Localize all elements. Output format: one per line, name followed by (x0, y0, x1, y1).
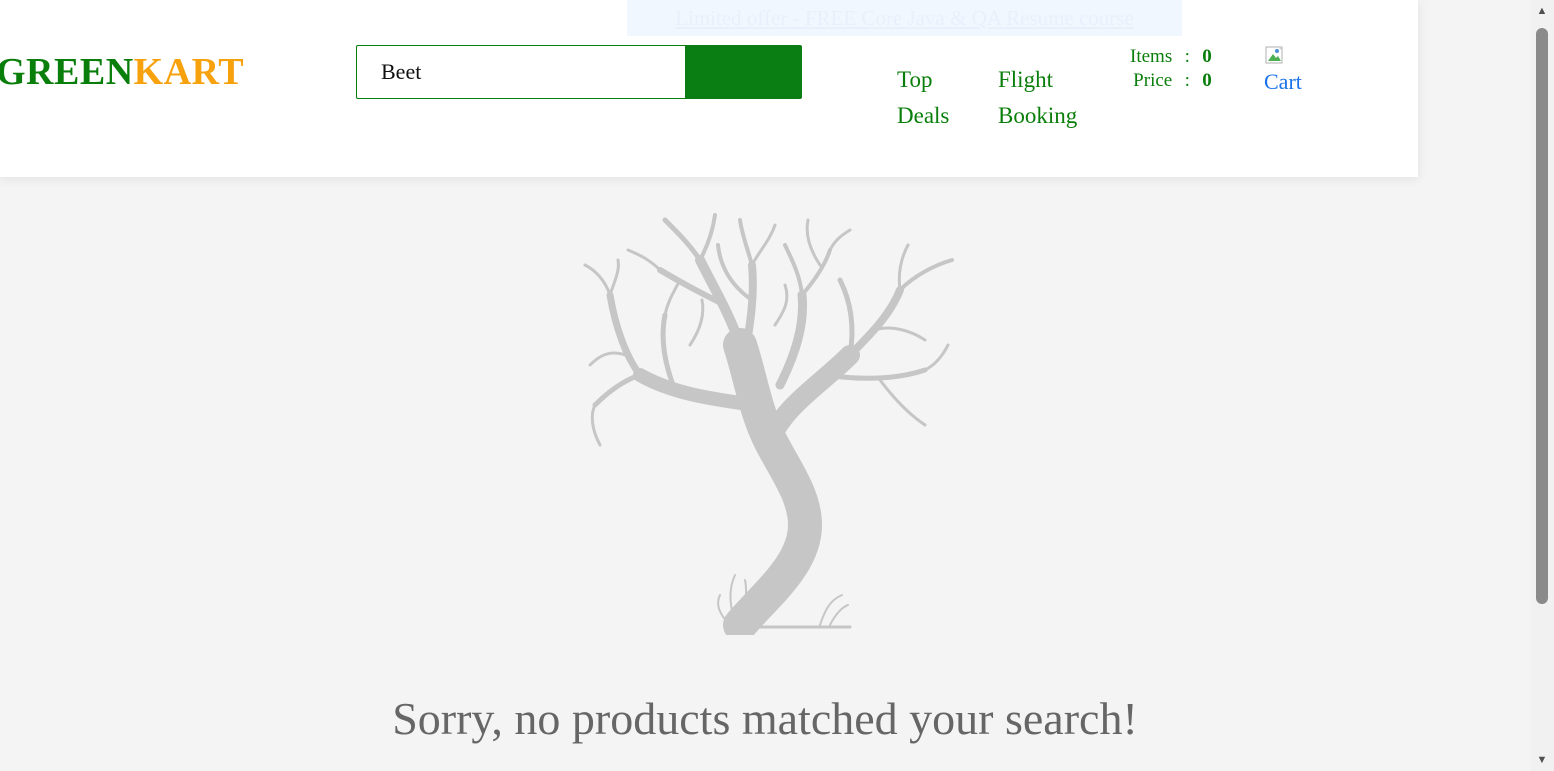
search-input[interactable] (356, 45, 686, 99)
cart-icon (1264, 45, 1288, 69)
promo-banner-link[interactable]: Limited offer - FREE Core Java & QA Resu… (627, 0, 1182, 36)
scroll-down-arrow-icon[interactable]: ▼ (1530, 751, 1554, 769)
price-value: 0 (1202, 70, 1212, 91)
vertical-scrollbar[interactable]: ▲ ▼ (1530, 0, 1554, 771)
items-value: 0 (1202, 46, 1212, 67)
cart-summary: Items : 0 Price : 0 (1130, 45, 1216, 93)
brand-logo: GREENKART (0, 50, 244, 94)
logo-part-orange: KART (133, 51, 245, 93)
cart-link[interactable]: Cart (1264, 45, 1302, 95)
nav-link-flight-booking[interactable]: Flight Booking (998, 62, 1088, 134)
price-separator: : (1184, 70, 1190, 91)
logo-part-green: GREEN (0, 51, 134, 93)
scroll-up-arrow-icon[interactable]: ▲ (1530, 2, 1554, 20)
items-count-row: Items : 0 (1130, 45, 1216, 69)
price-row: Price : 0 (1130, 69, 1216, 93)
price-label: Price (1133, 70, 1173, 91)
no-results-message: Sorry, no products matched your search! (392, 693, 1138, 744)
nav-link-top-deals[interactable]: Top Deals (897, 62, 987, 134)
search-button[interactable] (685, 45, 802, 99)
items-separator: : (1184, 46, 1190, 67)
cart-label: Cart (1264, 69, 1302, 94)
page: Limited offer - FREE Core Java & QA Resu… (0, 0, 1530, 771)
header: Limited offer - FREE Core Java & QA Resu… (0, 0, 1418, 177)
items-label: Items (1130, 46, 1173, 67)
scrollbar-thumb[interactable] (1536, 28, 1548, 604)
bare-tree-illustration (583, 213, 954, 635)
